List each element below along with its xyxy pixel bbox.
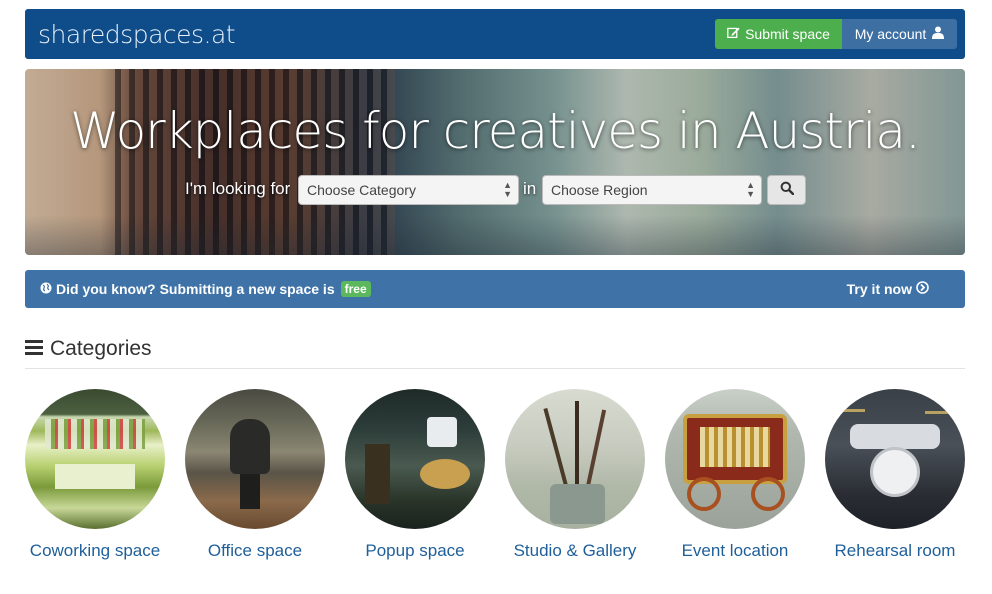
arrow-circle-right-icon bbox=[916, 281, 929, 297]
categories-heading: Categories bbox=[25, 337, 152, 361]
category-popup-space[interactable]: Popup space bbox=[335, 389, 495, 561]
user-icon bbox=[932, 26, 945, 42]
category-coworking-space[interactable]: Coworking space bbox=[15, 389, 175, 561]
search-button[interactable] bbox=[767, 175, 806, 205]
category-label: Event location bbox=[681, 541, 789, 560]
category-label: Rehearsal room bbox=[834, 541, 956, 560]
hero-banner: Workplaces for creatives in Austria. I'm… bbox=[25, 69, 965, 255]
hero-title: Workplaces for creatives in Austria. bbox=[70, 102, 921, 160]
category-label: Coworking space bbox=[29, 541, 161, 560]
bars-icon bbox=[25, 337, 43, 361]
info-bar: Did you know? Submitting a new space is … bbox=[25, 270, 965, 308]
did-you-know-label: Did you know? bbox=[56, 281, 156, 297]
select-arrows-icon: ▲ ▼ bbox=[503, 180, 512, 199]
category-label: Office space bbox=[207, 541, 303, 560]
category-select-value: Choose Category bbox=[307, 182, 416, 198]
try-it-now-label: Try it now bbox=[846, 281, 912, 297]
categories-title: Categories bbox=[50, 337, 152, 360]
divider bbox=[25, 368, 965, 369]
category-image-event bbox=[665, 389, 805, 529]
category-image-rehearsal bbox=[825, 389, 965, 529]
submit-space-label: Submit space bbox=[745, 26, 830, 42]
globe-icon bbox=[40, 281, 52, 297]
category-label: Studio & Gallery bbox=[513, 541, 637, 560]
category-office-space[interactable]: Office space bbox=[175, 389, 335, 561]
top-navbar: sharedspaces.at Submit space My account bbox=[25, 9, 965, 59]
free-badge: free bbox=[340, 281, 371, 297]
category-select[interactable]: Choose Category ▲ ▼ bbox=[298, 175, 519, 205]
submit-space-button[interactable]: Submit space bbox=[715, 19, 842, 49]
category-image-coworking bbox=[25, 389, 165, 529]
category-image-studio bbox=[505, 389, 645, 529]
info-text: Submitting a new space is bbox=[159, 281, 335, 297]
site-logo[interactable]: sharedspaces.at bbox=[38, 20, 236, 49]
region-select[interactable]: Choose Region ▲ ▼ bbox=[542, 175, 762, 205]
search-icon bbox=[780, 181, 794, 200]
try-it-now-link[interactable]: Try it now bbox=[847, 281, 929, 297]
looking-for-label: I'm looking for bbox=[185, 179, 291, 198]
category-event-location[interactable]: Event location bbox=[655, 389, 815, 561]
category-studio-gallery[interactable]: Studio & Gallery bbox=[495, 389, 655, 561]
my-account-label: My account bbox=[854, 26, 927, 42]
select-arrows-icon: ▲ ▼ bbox=[746, 180, 755, 199]
edit-icon bbox=[727, 26, 740, 42]
category-image-popup bbox=[345, 389, 485, 529]
category-label: Popup space bbox=[365, 541, 465, 560]
region-select-value: Choose Region bbox=[551, 182, 648, 198]
in-label: in bbox=[523, 179, 537, 198]
category-rehearsal-room[interactable]: Rehearsal room bbox=[815, 389, 975, 561]
my-account-button[interactable]: My account bbox=[842, 19, 957, 49]
category-image-office bbox=[185, 389, 325, 529]
